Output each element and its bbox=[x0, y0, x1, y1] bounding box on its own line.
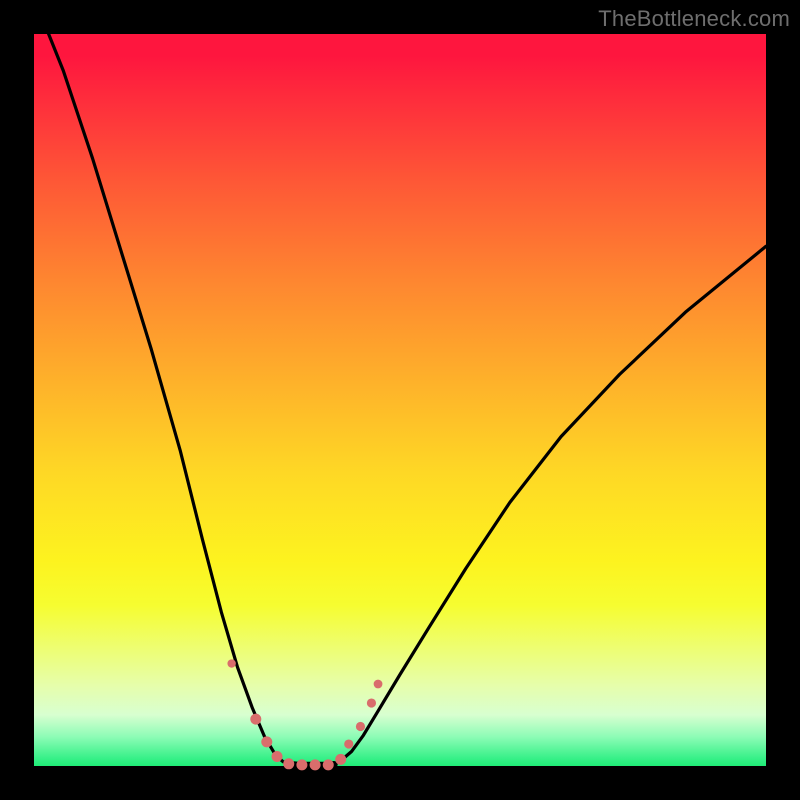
data-marker bbox=[283, 758, 294, 769]
chart-frame: TheBottleneck.com bbox=[0, 0, 800, 800]
plot-area bbox=[34, 34, 766, 766]
curve-right-curve bbox=[334, 246, 766, 764]
data-marker bbox=[335, 754, 346, 765]
data-marker bbox=[261, 736, 272, 747]
data-marker bbox=[374, 680, 383, 689]
data-marker bbox=[250, 714, 261, 725]
curves-svg bbox=[34, 34, 766, 766]
curve-left-curve bbox=[34, 0, 290, 765]
data-marker bbox=[356, 722, 365, 731]
data-marker bbox=[296, 759, 307, 770]
data-marker bbox=[323, 759, 334, 770]
data-marker bbox=[272, 751, 283, 762]
watermark-text: TheBottleneck.com bbox=[598, 6, 790, 32]
data-marker bbox=[344, 739, 353, 748]
data-marker bbox=[227, 659, 235, 667]
data-marker bbox=[310, 759, 321, 770]
data-marker bbox=[367, 698, 376, 707]
